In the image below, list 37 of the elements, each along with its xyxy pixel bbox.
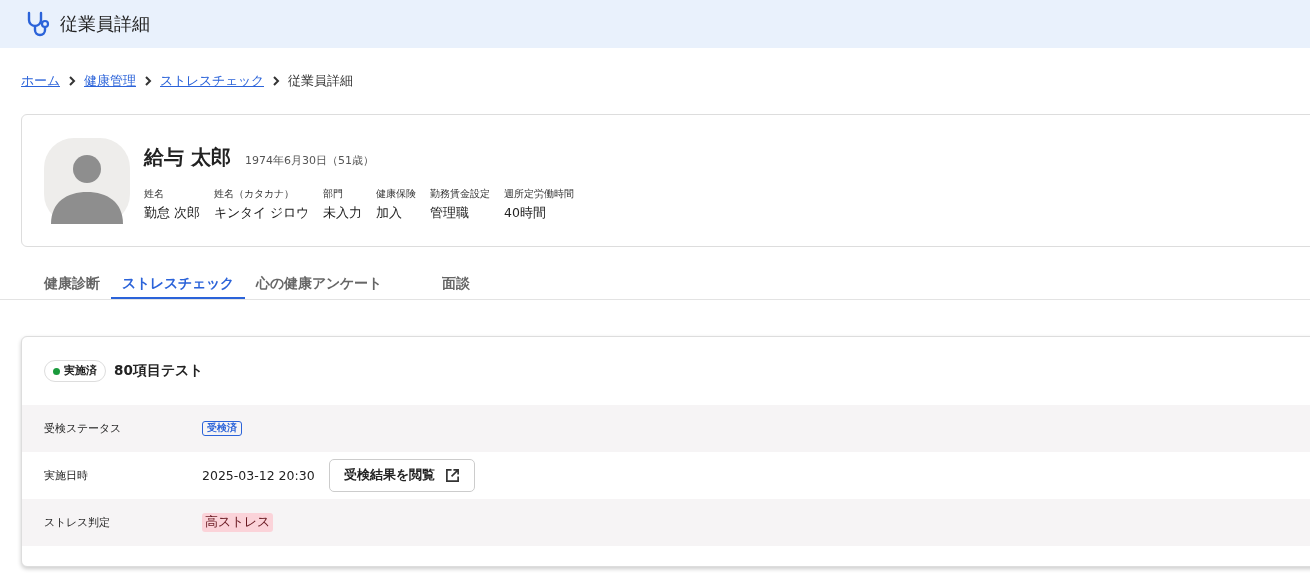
test-title: 80項目テスト — [114, 362, 203, 380]
tab[interactable]: 健康診断 — [33, 271, 111, 299]
chevron-right-icon — [68, 75, 76, 87]
tab[interactable]: ストレスチェック — [111, 271, 245, 299]
chevron-right-icon — [272, 75, 280, 87]
tab[interactable]: 心の健康アンケート — [245, 271, 393, 299]
page-title: 従業員詳細 — [60, 12, 150, 36]
datetime-value: 2025-03-12 20:30 — [202, 468, 315, 483]
field-value: キンタイ ジロウ — [214, 204, 309, 222]
field-label: 姓名（カタカナ） — [214, 186, 295, 201]
field-label: 健康保険 — [375, 186, 416, 201]
stress-result-tag: 高ストレス — [202, 513, 273, 532]
breadcrumb-link[interactable]: ストレスチェック — [160, 72, 264, 90]
row-label: 受検ステータス — [44, 421, 122, 436]
breadcrumb-current: 従業員詳細 — [288, 72, 353, 90]
status-tag: 受検済 — [202, 421, 242, 436]
status-label: 実施済 — [64, 364, 97, 378]
birth-date: 1974年6月30日（51歳） — [244, 152, 374, 168]
breadcrumb-link[interactable]: 健康管理 — [84, 72, 136, 90]
field-value: 管理職 — [429, 204, 470, 222]
field-value: 加入 — [375, 204, 403, 222]
employee-name: 給与 太郎 — [144, 143, 231, 171]
field-value: 未入力 — [322, 204, 362, 222]
field-label: 週所定労働時間 — [503, 186, 574, 201]
field-value: 勤怠 次郎 — [144, 204, 200, 222]
view-results-button[interactable]: 受検結果を閲覧 — [328, 459, 475, 492]
breadcrumb-link[interactable]: ホーム — [21, 72, 60, 90]
row-label: 実施日時 — [44, 468, 89, 483]
external-link-icon — [444, 468, 460, 483]
row-label: ストレス判定 — [44, 515, 111, 530]
field-label: 姓名 — [144, 186, 165, 201]
avatar-icon — [44, 137, 130, 224]
tab[interactable]: 面談 — [431, 271, 481, 299]
chevron-right-icon — [144, 75, 152, 87]
field-label: 勤務賃金設定 — [429, 186, 490, 201]
field-label: 部門 — [322, 186, 344, 201]
field-value: 40時間 — [503, 204, 547, 222]
